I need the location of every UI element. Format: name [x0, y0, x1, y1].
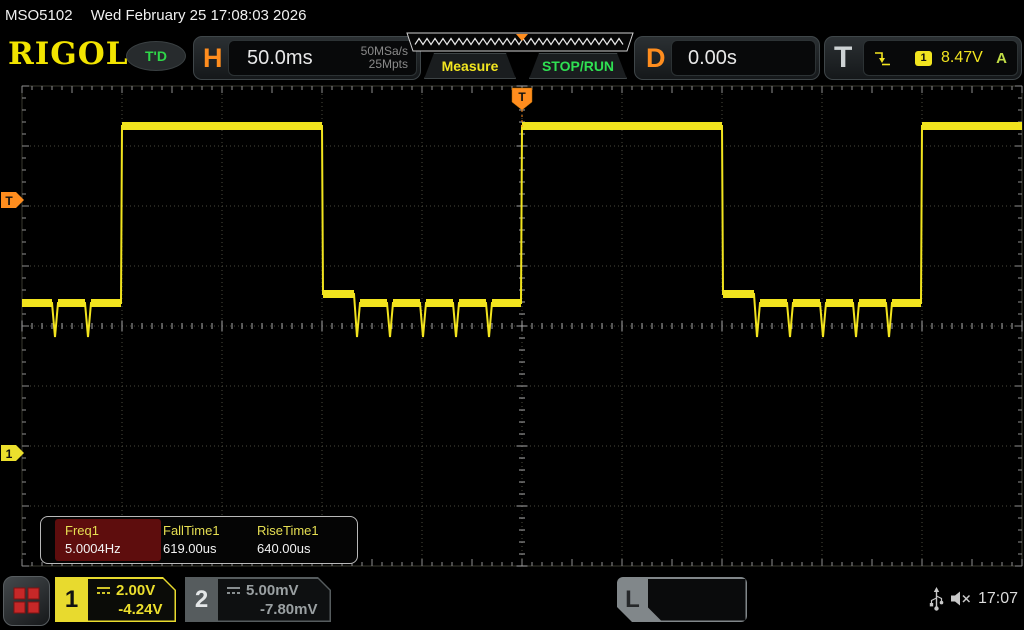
grid-menu-icon	[4, 577, 49, 625]
channel2-number: 2	[185, 577, 218, 622]
ch1-zero-marker[interactable]: 1	[1, 445, 24, 461]
clock: 17:07	[978, 590, 1018, 608]
acquisition-info: 50MSa/s 25Mpts	[361, 45, 408, 71]
memory-depth: 25Mpts	[361, 58, 408, 71]
dc-coupling-icon	[96, 585, 111, 596]
channel2-button[interactable]: 2 5.00mV -7.80mV	[185, 577, 331, 622]
oscilloscope-screen: MSO5102 Wed February 25 17:08:03 2026 RI…	[0, 0, 1024, 630]
dc-coupling-icon	[226, 585, 241, 596]
falling-edge-icon	[874, 50, 892, 67]
measurement-value: 640.00us	[257, 541, 311, 556]
digital-row1: 0 1 2 3 4 5 6 7	[658, 621, 744, 630]
channel1-scale: 2.00V	[116, 582, 155, 599]
delay-block[interactable]: D 0.00s	[634, 36, 820, 80]
model-label: MSO5102	[5, 7, 73, 24]
channel2-panel: 5.00mV -7.80mV	[218, 579, 330, 621]
horizontal-label: H	[203, 37, 223, 79]
measurement-value: 619.00us	[163, 541, 217, 556]
delay-panel: 0.00s	[671, 40, 816, 76]
trigger-source-badge: 1	[915, 51, 932, 66]
measurement-label: RiseTime1	[257, 523, 319, 538]
trigger-block[interactable]: T 1 8.47V A	[824, 36, 1022, 80]
graticule	[22, 86, 1022, 566]
trigger-level-letter: T	[5, 194, 13, 208]
delay-value: 0.00s	[688, 41, 737, 75]
trigger-panel: 1 8.47V A	[863, 40, 1018, 76]
measurement-value: 5.0004Hz	[65, 541, 121, 556]
measurement-label: Freq1	[65, 523, 99, 538]
datetime-label: Wed February 25 17:08:03 2026	[91, 7, 307, 24]
digital-label: L	[617, 577, 648, 622]
horizontal-block[interactable]: H 50.0ms 50MSa/s 25Mpts	[193, 36, 421, 80]
delay-label: D	[646, 37, 666, 79]
waveform-overview-strip[interactable]	[405, 32, 635, 53]
channel2-scale: 5.00mV	[246, 582, 299, 599]
brand-logo: RIGOL	[8, 36, 129, 72]
ch1-trace[interactable]	[22, 126, 1022, 337]
usb-icon	[928, 586, 945, 612]
menu-button[interactable]	[3, 576, 50, 626]
measurement-panel[interactable]: Freq1 5.0004Hz FallTime1 619.00us RiseTi…	[40, 516, 358, 564]
trigger-status-badge: T'D	[126, 41, 186, 71]
ch1-marker-number: 1	[6, 447, 13, 461]
channel2-offset: -7.80mV	[260, 601, 318, 618]
digital-channels-button[interactable]: L 0 1 2 3 4 5 6 7 8 9 1011 12131415	[617, 577, 747, 622]
run-stop-button[interactable]: STOP/RUN	[529, 53, 627, 79]
horizontal-panel: 50.0ms 50MSa/s 25Mpts	[228, 40, 417, 76]
trigger-mode-badge: A	[996, 50, 1007, 67]
channel1-number: 1	[55, 577, 88, 622]
channel1-offset: -4.24V	[118, 601, 162, 618]
top-bar: MSO5102 Wed February 25 17:08:03 2026	[0, 0, 1024, 30]
trigger-position-letter: T	[518, 90, 526, 104]
trigger-position-marker[interactable]: T	[512, 88, 532, 127]
trigger-level-marker[interactable]: T	[1, 192, 24, 208]
digital-panel: 0 1 2 3 4 5 6 7 8 9 1011 12131415	[648, 579, 746, 621]
trigger-label: T	[834, 37, 852, 79]
channel1-button[interactable]: 1 2.00V -4.24V	[55, 577, 176, 622]
speaker-muted-icon	[950, 590, 973, 607]
measurement-label: FallTime1	[163, 523, 220, 538]
channel1-panel: 2.00V -4.24V	[88, 579, 175, 621]
measure-button[interactable]: Measure	[424, 53, 516, 79]
trigger-level-value: 8.47V	[941, 49, 983, 67]
timebase-value: 50.0ms	[247, 41, 313, 75]
